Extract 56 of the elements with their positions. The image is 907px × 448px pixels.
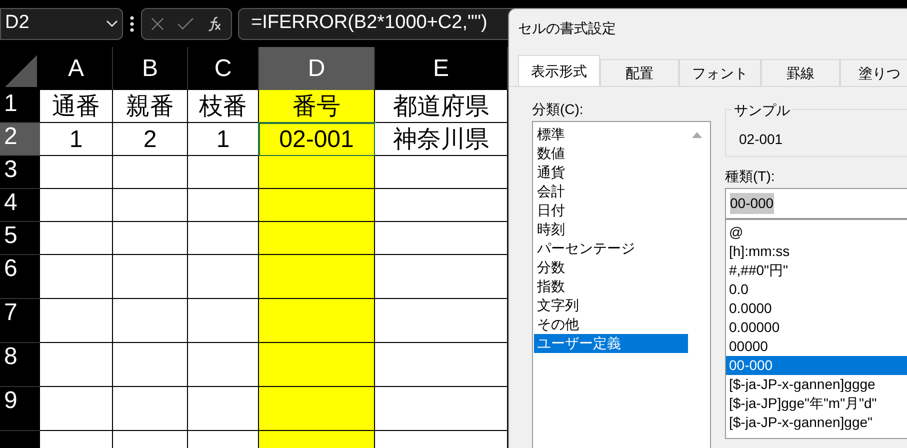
category-item[interactable]: 通貨 <box>534 163 688 182</box>
close-icon[interactable] <box>150 16 166 32</box>
tab[interactable]: フォント <box>679 59 761 86</box>
table-cell: 1 <box>188 123 259 156</box>
scroll-up-icon[interactable] <box>692 132 702 138</box>
table-cell: 1 <box>40 123 113 156</box>
table-cell: 番号 <box>259 90 375 123</box>
category-item[interactable]: 時刻 <box>534 220 688 239</box>
category-item[interactable]: その他 <box>534 315 688 334</box>
category-list[interactable]: 標準 数値 通貨 会計 日付 時刻 パーセンテージ 分数 指数 文字列 その他 ユーザー定義 <box>532 121 711 448</box>
category-item[interactable]: パーセンテージ <box>534 239 688 258</box>
column-header[interactable]: D <box>259 47 375 90</box>
tab[interactable]: 配置 <box>600 59 679 86</box>
type-item[interactable]: [$-ja-JP-x-gannen]gge" <box>726 413 907 432</box>
table-cell: 都道府県 <box>375 90 508 123</box>
type-item[interactable]: @ <box>726 223 907 242</box>
sample-value: 02-001 <box>739 131 783 147</box>
dialog-title: セルの書式設定 <box>517 18 617 38</box>
more-vertical-icon[interactable] <box>129 14 135 32</box>
category-item[interactable]: 標準 <box>534 125 688 144</box>
type-item[interactable]: [h]:mm:ss <box>726 242 907 261</box>
type-item[interactable]: 0.00000 <box>726 318 907 337</box>
table-cell: 通番 <box>40 90 113 123</box>
tab[interactable]: 表示形式 <box>518 55 600 86</box>
table-cell: 2 <box>113 123 188 156</box>
type-item[interactable]: 0.0000 <box>726 299 907 318</box>
tab[interactable]: 塗りつ <box>840 59 907 86</box>
check-icon[interactable] <box>177 16 194 30</box>
type-item[interactable]: 00-000 <box>726 356 907 375</box>
table-cell: 枝番 <box>188 90 259 123</box>
category-item[interactable]: 日付 <box>534 201 688 220</box>
name-box[interactable]: D2 <box>0 8 123 40</box>
triangle-icon <box>5 55 37 87</box>
type-list[interactable]: @ [h]:mm:ss #,##0"円" 0.0 0.0000 0.00000 00000 00-000 [$-ja-JP-x-gannen]ggge [$-ja-JP]gge"年"m"月"d" [$-ja-JP-x-gannen]gge" <box>725 219 907 439</box>
category-item[interactable]: 文字列 <box>534 296 688 315</box>
table-cell: 神奈川県 <box>375 123 508 156</box>
type-item[interactable]: 0.0 <box>726 280 907 299</box>
chevron-down-icon <box>106 20 118 28</box>
category-item[interactable]: 分数 <box>534 258 688 277</box>
type-item[interactable]: 00000 <box>726 337 907 356</box>
category-item[interactable]: 会計 <box>534 182 688 201</box>
type-input-field[interactable]: 00-000 <box>725 188 907 219</box>
category-item[interactable]: ユーザー定義 <box>534 334 688 353</box>
category-item[interactable]: 数値 <box>534 144 688 163</box>
type-item[interactable]: #,##0"円" <box>726 261 907 280</box>
category-item[interactable]: 指数 <box>534 277 688 296</box>
function-icon[interactable] <box>206 14 224 32</box>
tab[interactable]: 罫線 <box>761 59 840 86</box>
row-header[interactable]: 2 <box>0 123 40 156</box>
type-label: 種類(T): <box>725 167 776 186</box>
selected-text: 00-000 <box>730 193 774 214</box>
type-item[interactable]: [$-ja-JP]gge"年"m"月"d" <box>726 394 907 413</box>
table-cell: 親番 <box>113 90 188 123</box>
table-cell: 02-001 <box>259 123 375 156</box>
category-label: 分類(C): <box>532 100 584 119</box>
type-item[interactable]: [$-ja-JP-x-gannen]ggge <box>726 375 907 394</box>
